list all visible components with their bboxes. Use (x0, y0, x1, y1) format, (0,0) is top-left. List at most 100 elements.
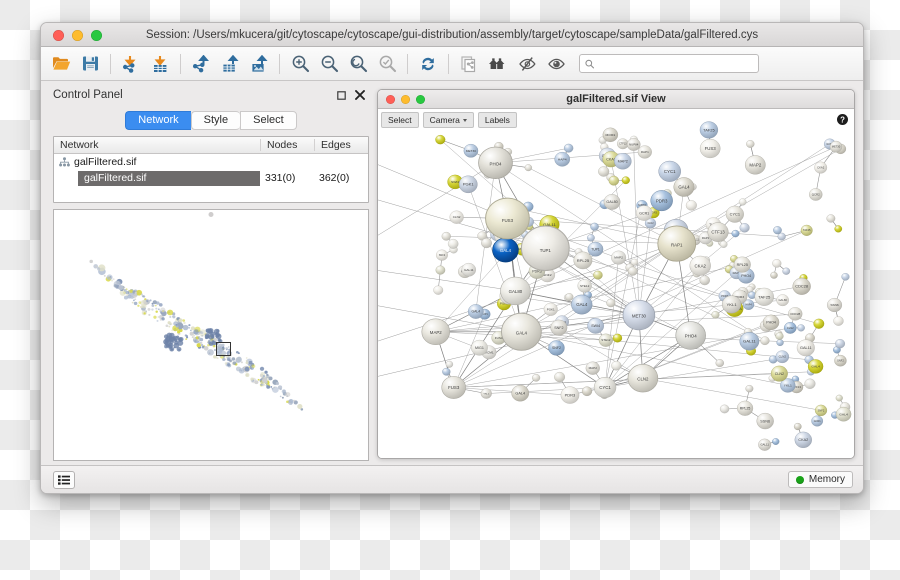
zoom-button[interactable] (91, 29, 102, 41)
svg-text:HAP4: HAP4 (558, 158, 567, 162)
memory-status-button[interactable]: Memory (787, 471, 853, 488)
svg-text:FUS3: FUS3 (705, 146, 717, 151)
network-table: Network Nodes Edges galFiltered.sif galF… (53, 135, 369, 203)
chevron-down-icon (462, 118, 467, 122)
panel-divider-handle[interactable] (208, 211, 214, 217)
network-view-traffic-lights (386, 94, 425, 104)
import-network-icon (122, 55, 135, 73)
viewport-rectangle[interactable] (216, 341, 231, 356)
network-canvas[interactable]: Select Camera Labels ? YKL1 NUP84 MIG1 CLN2… (378, 109, 854, 458)
control-panel-header: Control Panel (53, 87, 369, 104)
home-fit-icon (489, 57, 505, 69)
svg-text:GCR1: GCR1 (639, 211, 649, 215)
svg-text:GAL4: GAL4 (811, 365, 820, 369)
network-collection-row[interactable]: galFiltered.sif (54, 154, 368, 170)
open-session-button[interactable] (47, 50, 75, 78)
status-menu-button[interactable] (53, 470, 75, 489)
svg-text:TAF25: TAF25 (703, 128, 714, 132)
control-panel-tabs: Network Style Select (53, 110, 369, 130)
network-edges-cell: 362(0) (319, 172, 350, 185)
close-button[interactable] (53, 29, 64, 41)
main-toolbar (41, 47, 863, 81)
toolbar-separator (448, 53, 449, 74)
zoom-selected-button[interactable] (344, 50, 372, 78)
network-nodes-cell: 331(0) (265, 172, 296, 185)
table-row[interactable]: galFiltered.sif 331(0) 362(0) (54, 170, 368, 187)
tab-select[interactable]: Select (240, 110, 297, 130)
column-header-nodes[interactable]: Nodes (260, 138, 314, 151)
hide-unselected-button[interactable] (513, 50, 541, 78)
column-header-network[interactable]: Network (54, 139, 260, 151)
network-collection-icon (59, 157, 70, 167)
svg-text:CLN2: CLN2 (453, 215, 461, 219)
maximize-square-icon[interactable] (337, 91, 346, 100)
svg-text:YKL1: YKL1 (784, 384, 792, 388)
network-table-header: Network Nodes Edges (54, 136, 368, 154)
window-title: Session: /Users/mkucera/git/cytoscape/cy… (145, 28, 759, 41)
show-all-button[interactable] (542, 50, 570, 78)
svg-text:SSN6: SSN6 (760, 419, 770, 423)
svg-text:SNF2: SNF2 (439, 254, 446, 257)
svg-text:GAL11: GAL11 (743, 339, 757, 344)
svg-text:CLN2: CLN2 (775, 372, 784, 376)
svg-text:CYC1: CYC1 (599, 385, 611, 390)
camera-mode-button[interactable]: Camera (422, 112, 474, 128)
network-name-cell[interactable]: galFiltered.sif (78, 170, 260, 186)
minimize-button[interactable] (72, 29, 83, 41)
fit-selected-button[interactable] (373, 50, 401, 78)
zoom-in-button[interactable] (286, 50, 314, 78)
network-view-close-button[interactable] (386, 94, 395, 104)
tab-style[interactable]: Style (190, 110, 241, 130)
status-bar: Memory (41, 465, 863, 493)
apply-layout-button[interactable] (414, 50, 442, 78)
save-session-button[interactable] (76, 50, 104, 78)
network-view-zoom-button[interactable] (416, 94, 425, 104)
search-icon (585, 59, 595, 68)
network-view-title: galFiltered.sif View (566, 93, 666, 105)
svg-text:RAP1: RAP1 (641, 150, 649, 154)
svg-text:CLN2: CLN2 (647, 223, 654, 225)
svg-text:CKA2: CKA2 (695, 263, 707, 268)
svg-text:RPL25: RPL25 (577, 258, 589, 263)
svg-text:SWI4: SWI4 (451, 180, 459, 184)
svg-text:GAL80: GAL80 (606, 200, 617, 204)
select-mode-button[interactable]: Select (381, 112, 419, 128)
export-table-button[interactable] (216, 50, 244, 78)
import-table-button[interactable] (146, 50, 174, 78)
svg-text:CTF13: CTF13 (619, 143, 627, 146)
svg-text:CTF13: CTF13 (711, 230, 725, 235)
export-network-button[interactable] (187, 50, 215, 78)
import-network-button[interactable] (117, 50, 145, 78)
svg-text:MAP2: MAP2 (618, 160, 628, 164)
refresh-layout-icon (422, 57, 434, 70)
memory-label: Memory (808, 474, 845, 485)
close-x-icon[interactable] (355, 90, 365, 101)
search-input[interactable] (598, 58, 753, 69)
svg-text:GAL4: GAL4 (515, 392, 525, 396)
network-view-minimize-button[interactable] (401, 94, 410, 104)
new-network-from-selection-button[interactable] (455, 50, 483, 78)
network-graph[interactable]: YKL1 NUP84 MIG1 CLN2 HAP4 GAL11 TUP1 CTF13 GCR1 G… (378, 109, 854, 458)
search-box[interactable] (579, 54, 759, 73)
svg-text:PHO4: PHO4 (685, 334, 698, 339)
fit-selected-icon (379, 55, 396, 73)
svg-text:CDC28: CDC28 (790, 312, 800, 316)
tab-network[interactable]: Network (125, 110, 191, 130)
svg-text:SSN6: SSN6 (830, 303, 839, 307)
svg-text:GAL4: GAL4 (472, 310, 481, 314)
labels-toggle-button[interactable]: Labels (477, 112, 517, 128)
toolbar-separator (180, 53, 181, 74)
svg-text:MCM1: MCM1 (605, 133, 615, 137)
column-header-edges[interactable]: Edges (314, 138, 368, 151)
export-image-button[interactable] (245, 50, 273, 78)
cytoscape-main-window: Session: /Users/mkucera/git/cytoscape/cy… (40, 22, 864, 494)
zoom-out-button[interactable] (315, 50, 343, 78)
svg-text:GAL11: GAL11 (800, 346, 812, 350)
svg-text:STE12: STE12 (580, 284, 590, 288)
network-overview-birdseye[interactable] (53, 208, 369, 461)
svg-text:TUP1: TUP1 (591, 247, 600, 251)
svg-text:GAL4: GAL4 (516, 331, 528, 336)
toolbar-separator (110, 53, 111, 74)
fit-network-button[interactable] (484, 50, 512, 78)
help-question-icon[interactable]: ? (837, 114, 848, 125)
